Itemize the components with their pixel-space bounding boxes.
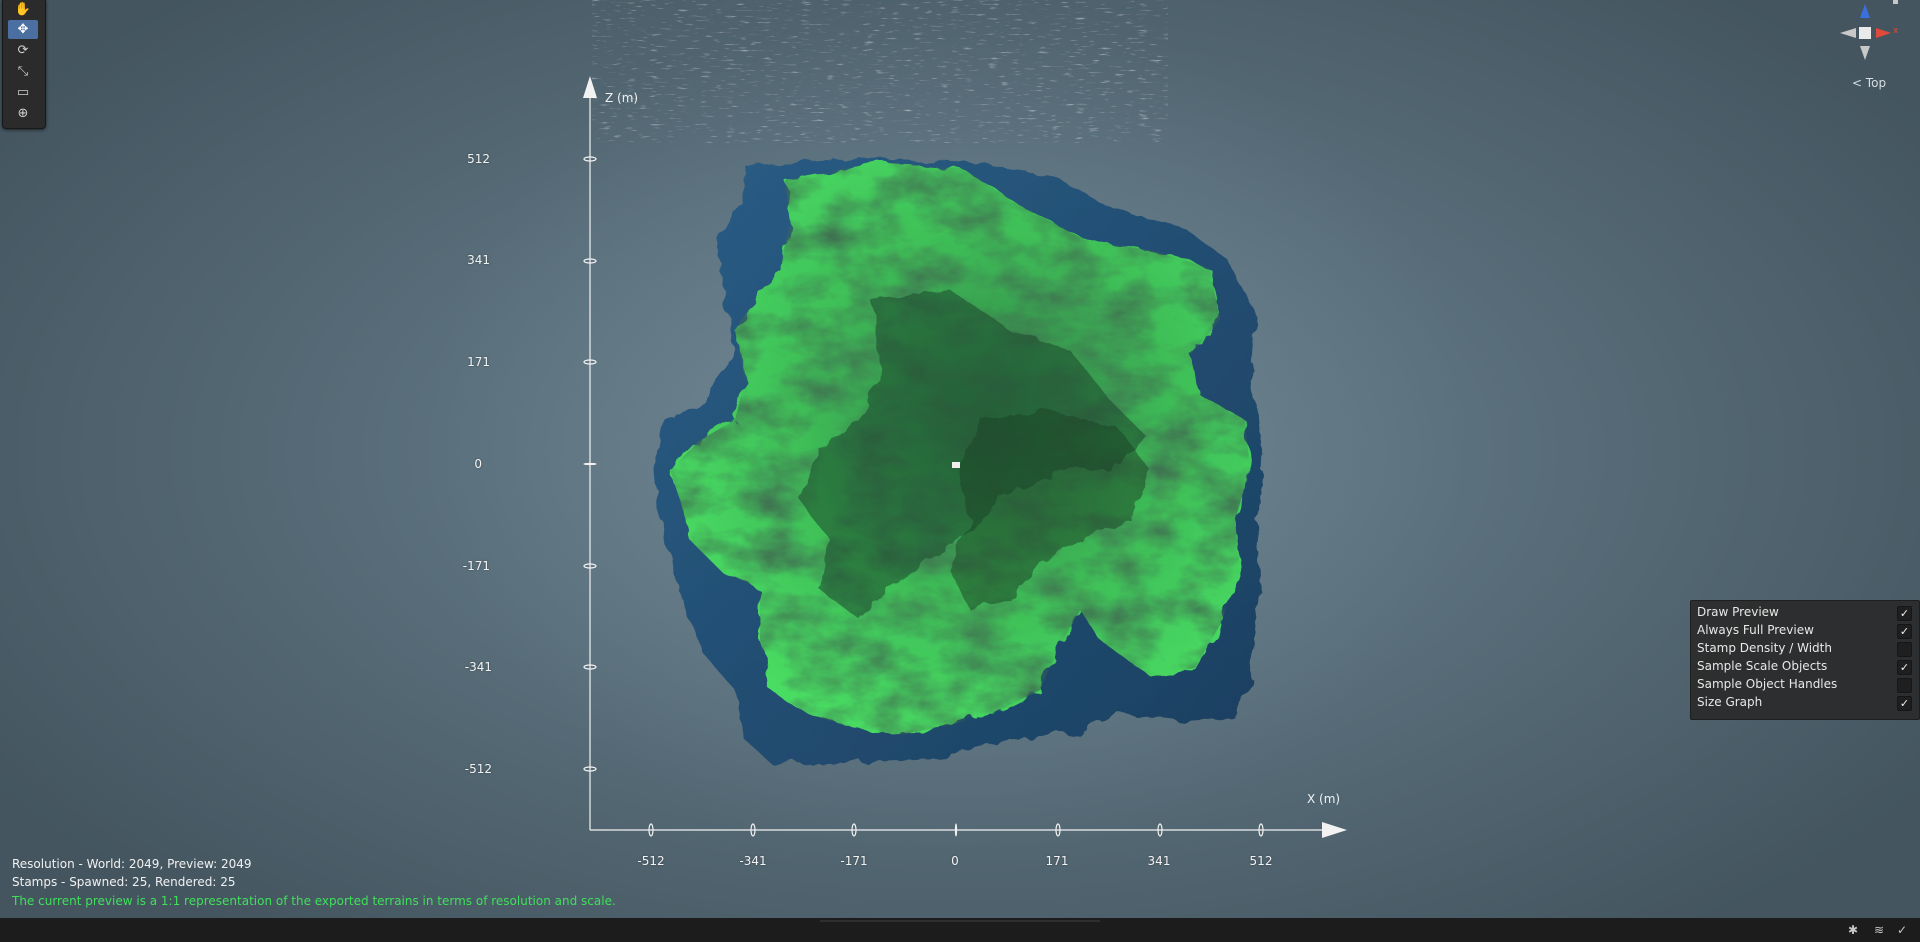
gizmo-y-cone <box>1860 4 1870 18</box>
option-checkbox[interactable]: ✓ <box>1897 606 1912 621</box>
gizmo-top-marker <box>1893 0 1898 4</box>
option-label: Draw Preview <box>1697 605 1779 619</box>
option-checkbox[interactable]: ✓ <box>1897 660 1912 675</box>
option-label: Stamp Density / Width <box>1697 641 1832 655</box>
transform-tool-button[interactable]: ⊕ <box>8 104 38 123</box>
move-tool-icon: ✥ <box>17 22 29 37</box>
option-label: Size Graph <box>1697 695 1763 709</box>
scene-viewport[interactable]: Z (m) X (m) 512 341 171 0 -171 -341 -512… <box>0 0 1920 918</box>
z-tick-label: 0 <box>474 457 482 471</box>
option-sample-scale-objects[interactable]: Sample Scale Objects ✓ <box>1691 658 1919 676</box>
x-tick-label: -171 <box>840 854 868 868</box>
x-tick-mark <box>954 823 958 837</box>
bug-icon[interactable]: ✱ <box>1845 922 1861 938</box>
option-sample-object-handles[interactable]: Sample Object Handles <box>1691 676 1919 694</box>
check-circle-icon[interactable]: ✓ <box>1894 922 1910 938</box>
status-bar-handle <box>820 920 1100 922</box>
gizmo-neg-x-cone <box>1840 28 1856 38</box>
stamps-info: Stamps - Spawned: 25, Rendered: 25 <box>12 875 236 889</box>
hand-tool-button[interactable]: ✋ <box>8 0 38 19</box>
center-marker <box>952 462 960 468</box>
option-checkbox[interactable]: ✓ <box>1897 696 1912 711</box>
tool-palette: ✋ ✥ ⟳ ⤡ ▭ ⊕ <box>2 0 46 129</box>
x-tick-label: -341 <box>739 854 767 868</box>
rect-tool-button[interactable]: ▭ <box>8 83 38 102</box>
scale-tool-icon: ⤡ <box>17 64 29 79</box>
option-label: Sample Scale Objects <box>1697 659 1828 673</box>
option-size-graph[interactable]: Size Graph ✓ <box>1691 694 1919 712</box>
x-axis-arrow <box>1322 822 1347 838</box>
x-tick-label: 0 <box>951 854 959 868</box>
x-tick-label: 512 <box>1249 854 1273 868</box>
transform-tool-icon: ⊕ <box>17 106 29 121</box>
x-tick-label: 171 <box>1045 854 1069 868</box>
option-label: Always Full Preview <box>1697 623 1814 637</box>
option-always-full-preview[interactable]: Always Full Preview ✓ <box>1691 622 1919 640</box>
z-tick-label: -341 <box>464 660 492 674</box>
gizmo-view-label[interactable]: < Top <box>1844 76 1894 90</box>
preview-note: The current preview is a 1:1 representat… <box>12 894 616 908</box>
rotate-tool-icon: ⟳ <box>17 43 29 58</box>
preview-options-panel: Draw Preview ✓ Always Full Preview ✓ Sta… <box>1690 600 1920 720</box>
z-tick-label: 512 <box>467 152 490 166</box>
option-stamp-density-width[interactable]: Stamp Density / Width <box>1691 640 1919 658</box>
scene-canvas[interactable] <box>0 0 1920 918</box>
rect-tool-icon: ▭ <box>16 85 30 100</box>
z-tick-mark <box>583 462 597 466</box>
z-tick-label: 341 <box>467 253 490 267</box>
option-checkbox[interactable] <box>1897 678 1912 693</box>
hand-tool-icon: ✋ <box>14 2 32 17</box>
water-foam <box>640 0 1120 130</box>
option-checkbox[interactable]: ✓ <box>1897 624 1912 639</box>
x-tick-label: -512 <box>637 854 665 868</box>
option-checkbox[interactable] <box>1897 642 1912 657</box>
scale-tool-button[interactable]: ⤡ <box>8 62 38 81</box>
move-tool-button[interactable]: ✥ <box>8 20 38 39</box>
rotate-tool-button[interactable]: ⟳ <box>8 41 38 60</box>
gizmo-center-cube <box>1859 27 1871 39</box>
terrain-preview <box>655 158 1262 765</box>
gizmo-x-cone <box>1876 28 1891 38</box>
z-tick-label: -171 <box>462 559 490 573</box>
layers-icon[interactable]: ≋ <box>1871 922 1887 938</box>
option-label: Sample Object Handles <box>1697 677 1838 691</box>
gizmo-neg-y-cone <box>1860 46 1870 60</box>
z-tick-label: 171 <box>467 355 490 369</box>
status-bar: ✱ ≋ ✓ <box>0 918 1920 942</box>
z-tick-label: -512 <box>464 762 492 776</box>
x-tick-label: 341 <box>1147 854 1171 868</box>
option-draw-preview[interactable]: Draw Preview ✓ <box>1691 604 1919 622</box>
x-axis-title: X (m) <box>1307 792 1341 806</box>
z-axis-arrow <box>583 76 597 98</box>
resolution-info: Resolution - World: 2049, Preview: 2049 <box>12 857 252 871</box>
orientation-gizmo[interactable] <box>1840 0 1898 60</box>
z-axis-title: Z (m) <box>605 91 639 105</box>
gizmo-x-label: x <box>1893 26 1899 36</box>
